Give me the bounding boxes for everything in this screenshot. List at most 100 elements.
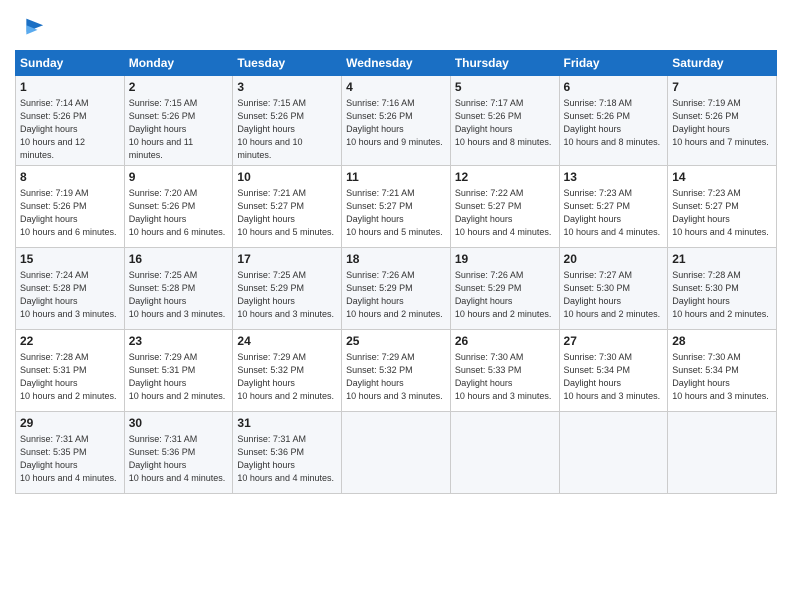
weekday-header-monday: Monday [124,51,233,76]
day-info: Sunrise: 7:17 AM Sunset: 5:26 PM Dayligh… [455,97,555,149]
day-info: Sunrise: 7:15 AM Sunset: 5:26 PM Dayligh… [237,97,337,162]
weekday-header-wednesday: Wednesday [342,51,451,76]
header [15,10,777,42]
calendar-cell: 25 Sunrise: 7:29 AM Sunset: 5:32 PM Dayl… [342,330,451,412]
day-info: Sunrise: 7:24 AM Sunset: 5:28 PM Dayligh… [20,269,120,321]
day-info: Sunrise: 7:23 AM Sunset: 5:27 PM Dayligh… [672,187,772,239]
day-number: 15 [20,251,120,268]
day-info: Sunrise: 7:26 AM Sunset: 5:29 PM Dayligh… [455,269,555,321]
calendar-cell: 30 Sunrise: 7:31 AM Sunset: 5:36 PM Dayl… [124,412,233,494]
calendar-cell: 23 Sunrise: 7:29 AM Sunset: 5:31 PM Dayl… [124,330,233,412]
day-info: Sunrise: 7:28 AM Sunset: 5:30 PM Dayligh… [672,269,772,321]
day-number: 30 [129,415,229,432]
calendar-cell: 12 Sunrise: 7:22 AM Sunset: 5:27 PM Dayl… [450,166,559,248]
day-info: Sunrise: 7:30 AM Sunset: 5:34 PM Dayligh… [672,351,772,403]
calendar-table: SundayMondayTuesdayWednesdayThursdayFrid… [15,50,777,494]
calendar-cell: 21 Sunrise: 7:28 AM Sunset: 5:30 PM Dayl… [668,248,777,330]
calendar-cell: 13 Sunrise: 7:23 AM Sunset: 5:27 PM Dayl… [559,166,668,248]
calendar-cell: 22 Sunrise: 7:28 AM Sunset: 5:31 PM Dayl… [16,330,125,412]
calendar-cell [342,412,451,494]
logo [15,14,45,42]
calendar-cell: 24 Sunrise: 7:29 AM Sunset: 5:32 PM Dayl… [233,330,342,412]
day-number: 26 [455,333,555,350]
day-number: 17 [237,251,337,268]
day-info: Sunrise: 7:19 AM Sunset: 5:26 PM Dayligh… [672,97,772,149]
calendar-cell: 28 Sunrise: 7:30 AM Sunset: 5:34 PM Dayl… [668,330,777,412]
day-info: Sunrise: 7:21 AM Sunset: 5:27 PM Dayligh… [237,187,337,239]
day-number: 4 [346,79,446,96]
calendar-cell: 9 Sunrise: 7:20 AM Sunset: 5:26 PM Dayli… [124,166,233,248]
calendar-cell: 5 Sunrise: 7:17 AM Sunset: 5:26 PM Dayli… [450,76,559,166]
day-number: 27 [564,333,664,350]
calendar-cell: 19 Sunrise: 7:26 AM Sunset: 5:29 PM Dayl… [450,248,559,330]
day-number: 29 [20,415,120,432]
calendar-cell: 18 Sunrise: 7:26 AM Sunset: 5:29 PM Dayl… [342,248,451,330]
calendar-cell [668,412,777,494]
calendar-cell: 1 Sunrise: 7:14 AM Sunset: 5:26 PM Dayli… [16,76,125,166]
calendar-cell [450,412,559,494]
day-number: 12 [455,169,555,186]
calendar-cell: 20 Sunrise: 7:27 AM Sunset: 5:30 PM Dayl… [559,248,668,330]
calendar-cell: 17 Sunrise: 7:25 AM Sunset: 5:29 PM Dayl… [233,248,342,330]
calendar-cell: 3 Sunrise: 7:15 AM Sunset: 5:26 PM Dayli… [233,76,342,166]
day-number: 10 [237,169,337,186]
calendar-week-row: 8 Sunrise: 7:19 AM Sunset: 5:26 PM Dayli… [16,166,777,248]
calendar-cell: 11 Sunrise: 7:21 AM Sunset: 5:27 PM Dayl… [342,166,451,248]
day-info: Sunrise: 7:22 AM Sunset: 5:27 PM Dayligh… [455,187,555,239]
logo-icon [17,14,45,42]
day-info: Sunrise: 7:30 AM Sunset: 5:33 PM Dayligh… [455,351,555,403]
day-info: Sunrise: 7:18 AM Sunset: 5:26 PM Dayligh… [564,97,664,149]
day-number: 21 [672,251,772,268]
day-number: 14 [672,169,772,186]
calendar-cell: 10 Sunrise: 7:21 AM Sunset: 5:27 PM Dayl… [233,166,342,248]
day-number: 23 [129,333,229,350]
day-number: 1 [20,79,120,96]
day-number: 24 [237,333,337,350]
day-info: Sunrise: 7:23 AM Sunset: 5:27 PM Dayligh… [564,187,664,239]
day-info: Sunrise: 7:30 AM Sunset: 5:34 PM Dayligh… [564,351,664,403]
day-info: Sunrise: 7:31 AM Sunset: 5:36 PM Dayligh… [237,433,337,485]
calendar-cell: 31 Sunrise: 7:31 AM Sunset: 5:36 PM Dayl… [233,412,342,494]
calendar-cell: 7 Sunrise: 7:19 AM Sunset: 5:26 PM Dayli… [668,76,777,166]
calendar-week-row: 29 Sunrise: 7:31 AM Sunset: 5:35 PM Dayl… [16,412,777,494]
day-info: Sunrise: 7:21 AM Sunset: 5:27 PM Dayligh… [346,187,446,239]
weekday-header-saturday: Saturday [668,51,777,76]
day-number: 19 [455,251,555,268]
day-info: Sunrise: 7:26 AM Sunset: 5:29 PM Dayligh… [346,269,446,321]
calendar-cell: 26 Sunrise: 7:30 AM Sunset: 5:33 PM Dayl… [450,330,559,412]
day-number: 18 [346,251,446,268]
weekday-header-thursday: Thursday [450,51,559,76]
calendar-cell: 27 Sunrise: 7:30 AM Sunset: 5:34 PM Dayl… [559,330,668,412]
calendar-cell: 2 Sunrise: 7:15 AM Sunset: 5:26 PM Dayli… [124,76,233,166]
day-info: Sunrise: 7:14 AM Sunset: 5:26 PM Dayligh… [20,97,120,162]
calendar-week-row: 15 Sunrise: 7:24 AM Sunset: 5:28 PM Dayl… [16,248,777,330]
day-info: Sunrise: 7:29 AM Sunset: 5:31 PM Dayligh… [129,351,229,403]
day-number: 16 [129,251,229,268]
day-number: 20 [564,251,664,268]
day-number: 28 [672,333,772,350]
calendar-cell: 14 Sunrise: 7:23 AM Sunset: 5:27 PM Dayl… [668,166,777,248]
day-number: 6 [564,79,664,96]
calendar-cell [559,412,668,494]
day-number: 5 [455,79,555,96]
day-info: Sunrise: 7:31 AM Sunset: 5:35 PM Dayligh… [20,433,120,485]
day-number: 11 [346,169,446,186]
day-number: 25 [346,333,446,350]
calendar-cell: 8 Sunrise: 7:19 AM Sunset: 5:26 PM Dayli… [16,166,125,248]
calendar-cell: 4 Sunrise: 7:16 AM Sunset: 5:26 PM Dayli… [342,76,451,166]
day-number: 31 [237,415,337,432]
weekday-header-friday: Friday [559,51,668,76]
day-info: Sunrise: 7:20 AM Sunset: 5:26 PM Dayligh… [129,187,229,239]
page-container: SundayMondayTuesdayWednesdayThursdayFrid… [0,0,792,499]
day-number: 22 [20,333,120,350]
calendar-cell: 6 Sunrise: 7:18 AM Sunset: 5:26 PM Dayli… [559,76,668,166]
calendar-cell: 15 Sunrise: 7:24 AM Sunset: 5:28 PM Dayl… [16,248,125,330]
day-info: Sunrise: 7:29 AM Sunset: 5:32 PM Dayligh… [237,351,337,403]
weekday-header-sunday: Sunday [16,51,125,76]
day-number: 8 [20,169,120,186]
day-info: Sunrise: 7:25 AM Sunset: 5:29 PM Dayligh… [237,269,337,321]
day-info: Sunrise: 7:19 AM Sunset: 5:26 PM Dayligh… [20,187,120,239]
calendar-cell: 29 Sunrise: 7:31 AM Sunset: 5:35 PM Dayl… [16,412,125,494]
day-number: 7 [672,79,772,96]
day-number: 9 [129,169,229,186]
